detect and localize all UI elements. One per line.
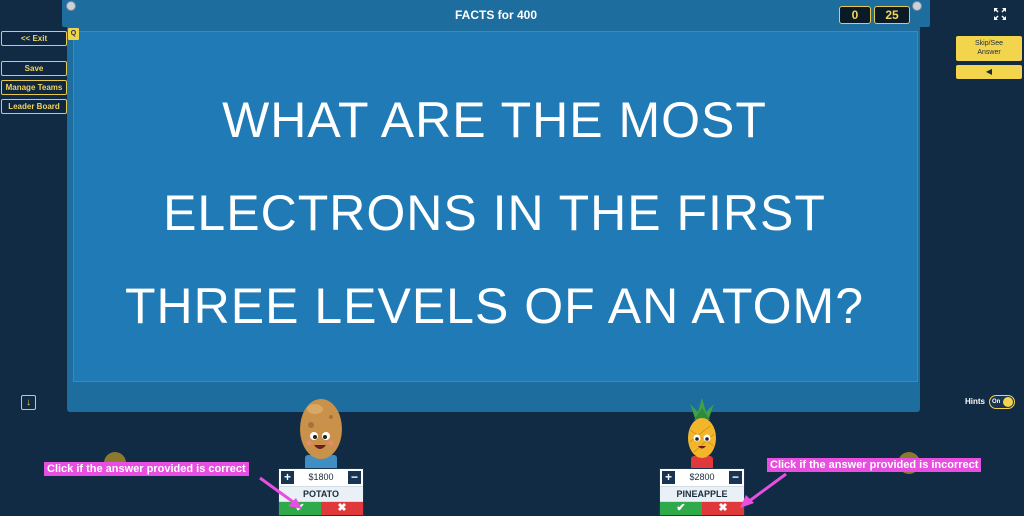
- question-line: WHAT ARE THE MOST: [222, 92, 767, 148]
- incorrect-button[interactable]: ✖: [321, 502, 363, 515]
- x-icon: ✖: [718, 502, 728, 514]
- callout-arrow-icon: [259, 476, 302, 509]
- score-counter: 0: [839, 6, 871, 24]
- minus-icon[interactable]: −: [348, 471, 361, 484]
- expand-arrows-icon[interactable]: [993, 7, 1007, 21]
- toggle-state-label: On: [992, 399, 1001, 405]
- q-badge[interactable]: Q: [68, 28, 79, 40]
- callout-correct: Click if the answer provided is correct: [44, 462, 249, 476]
- hints-label: Hints: [965, 397, 985, 406]
- check-icon: ✔: [676, 502, 686, 514]
- question-line: ELECTRONS IN THE FIRST: [163, 185, 826, 241]
- exit-button[interactable]: << Exit: [1, 31, 67, 46]
- toggle-knob: [1003, 397, 1013, 407]
- bolt-decoration: [912, 1, 922, 11]
- down-arrow-icon[interactable]: ↓: [21, 395, 36, 410]
- team-money: $2800: [689, 472, 715, 482]
- bolt-decoration: [66, 1, 76, 11]
- skip-label: Skip/See: [974, 40, 1004, 47]
- skip-see-answer-button[interactable]: Skip/See Answer: [956, 36, 1022, 61]
- question-text: WHAT ARE THE MOST ELECTRONS IN THE FIRST…: [73, 74, 916, 353]
- timer-counter: 25: [874, 6, 910, 24]
- callout-arrow-icon: [740, 472, 787, 508]
- hints-toggle[interactable]: On: [989, 395, 1015, 409]
- save-button[interactable]: Save: [1, 61, 67, 76]
- pineapple-avatar: [688, 398, 716, 470]
- board-header: FACTS for 400: [62, 0, 930, 27]
- category-value-title: FACTS for 400: [454, 8, 538, 22]
- x-icon: ✖: [337, 502, 347, 514]
- potato-avatar: [300, 399, 342, 470]
- question-line: THREE LEVELS OF AN ATOM?: [124, 278, 865, 334]
- manage-teams-button[interactable]: Manage Teams: [1, 80, 67, 95]
- callout-incorrect: Click if the answer provided is incorrec…: [767, 458, 982, 472]
- answer-label: Answer: [977, 49, 1001, 56]
- plus-icon[interactable]: +: [662, 471, 675, 484]
- back-arrow-button[interactable]: ◀: [956, 65, 1022, 79]
- correct-button[interactable]: ✔: [660, 502, 702, 515]
- leader-board-button[interactable]: Leader Board: [1, 99, 67, 114]
